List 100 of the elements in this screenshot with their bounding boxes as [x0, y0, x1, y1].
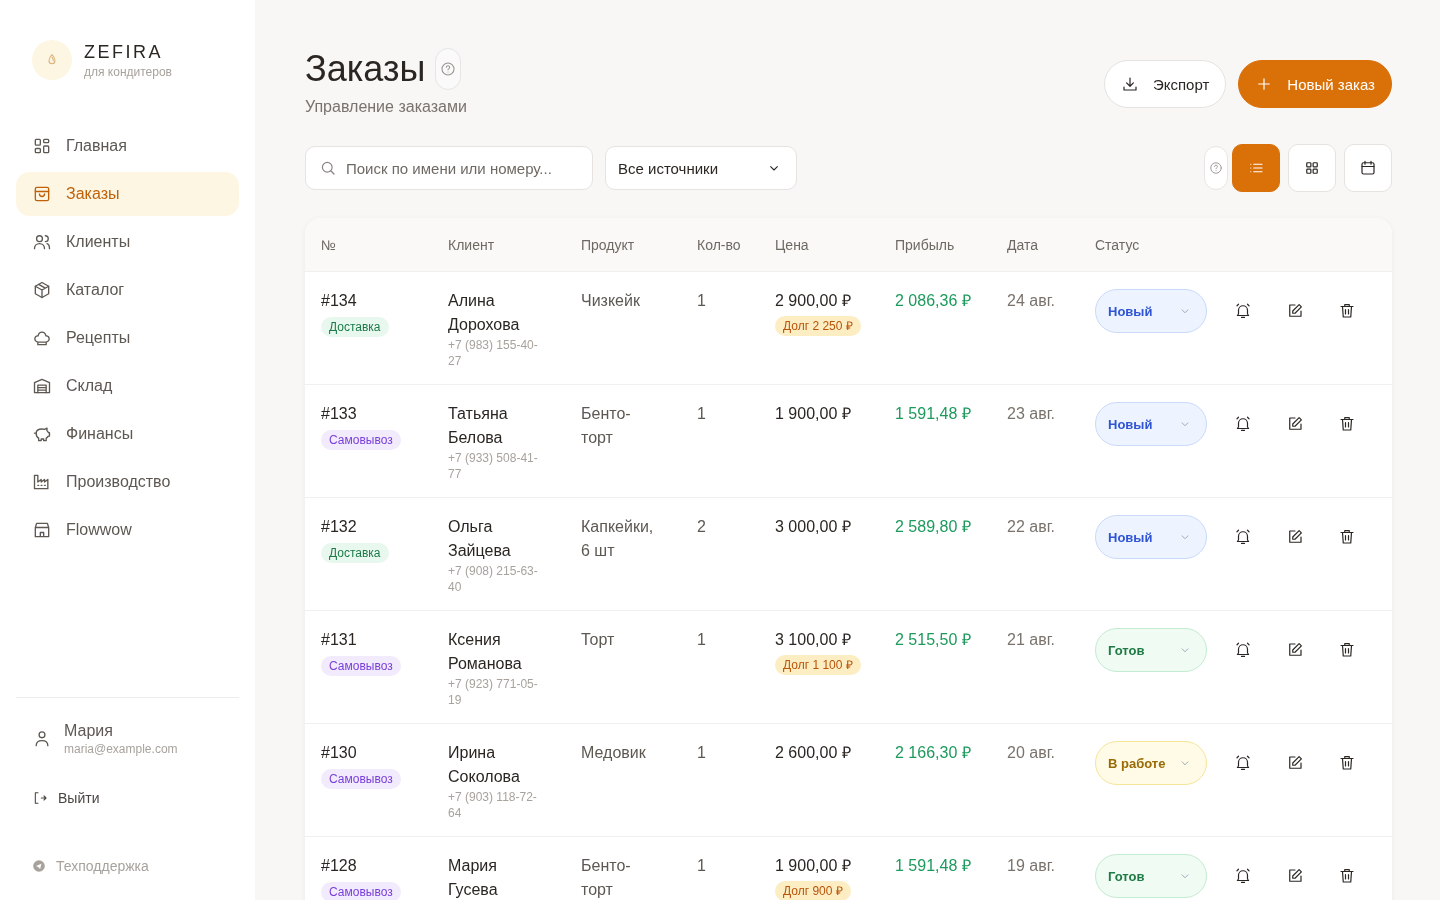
status-dropdown[interactable]: Новый	[1095, 402, 1207, 446]
storefront-icon	[32, 520, 52, 540]
grid-icon	[1303, 159, 1321, 177]
delivery-tag: Самовывоз	[321, 769, 401, 789]
box-icon	[32, 280, 52, 300]
price: 3 000,00 ₽	[775, 517, 852, 537]
order-number: #130	[321, 743, 358, 763]
product-name: Капкейки, 6 шт	[581, 517, 655, 561]
view-toggle[interactable]	[1232, 144, 1280, 192]
price: 1 900,00 ₽	[775, 404, 852, 424]
quantity: 2	[697, 518, 706, 535]
bell-icon	[1234, 415, 1252, 433]
users-icon	[32, 232, 52, 252]
trash-icon	[1338, 528, 1356, 546]
bell-icon	[1234, 641, 1252, 659]
column-header: Статус	[1095, 236, 1141, 253]
client-phone: +7 (903) 118-72-64	[448, 789, 538, 821]
order-date: 24 авг.	[1007, 292, 1055, 309]
bell-icon	[1234, 302, 1252, 320]
status-dropdown[interactable]: Новый	[1095, 515, 1207, 559]
bell-icon	[1234, 528, 1252, 546]
brand-tagline: для кондитеров	[84, 65, 172, 79]
warehouse-icon	[32, 376, 52, 396]
factory-icon	[32, 472, 52, 492]
page-subtitle: Управление заказами	[305, 98, 467, 116]
delivery-tag: Доставка	[321, 317, 389, 337]
debt-badge: Долг 1 100 ₽	[775, 655, 861, 675]
debt-badge: Долг 2 250 ₽	[775, 316, 861, 336]
help-icon	[440, 61, 457, 77]
source-dropdown[interactable]: Все источники	[605, 146, 797, 190]
profit: 2 086,36 ₽	[895, 292, 971, 309]
column-header: Клиент	[448, 236, 496, 253]
status-dropdown[interactable]: Готов	[1095, 628, 1207, 672]
paper-plane-icon	[32, 859, 46, 873]
delivery-tag: Доставка	[321, 543, 389, 563]
column-header: Кол-во	[697, 236, 742, 253]
trash-icon	[1338, 302, 1356, 320]
sidebar-item[interactable]: Flowwow	[16, 508, 239, 552]
status-dropdown[interactable]: В работе	[1095, 741, 1207, 785]
product-name: Чизкейк	[581, 291, 641, 311]
page-title: Заказы	[305, 47, 426, 91]
client-name: Мария Гусева	[448, 856, 499, 900]
trash-icon	[1338, 415, 1356, 433]
search-icon	[319, 159, 337, 177]
logout-link[interactable]: Выйти	[16, 786, 239, 810]
sidebar-item[interactable]: Клиенты	[16, 220, 239, 264]
order-number: #132	[321, 517, 358, 537]
sidebar-item[interactable]: Финансы	[16, 412, 239, 456]
trash-icon	[1338, 641, 1356, 659]
order-date: 21 авг.	[1007, 631, 1055, 648]
shopping-bag-icon	[32, 184, 52, 204]
client-phone: +7 (933) 508-41-77	[448, 450, 539, 482]
status-dropdown[interactable]: Новый	[1095, 289, 1207, 333]
product-name: Медовик	[581, 743, 647, 763]
price: 1 900,00 ₽	[775, 856, 852, 876]
debt-badge: Долг 900 ₽	[775, 881, 851, 900]
sidebar-item[interactable]: Главная	[16, 124, 239, 168]
user-name: Мария	[64, 722, 114, 740]
order-number: #128	[321, 856, 358, 876]
delivery-tag: Самовывоз	[321, 430, 401, 450]
price: 3 100,00 ₽	[775, 630, 852, 650]
column-header: Продукт	[581, 236, 636, 253]
sidebar-item[interactable]: Склад	[16, 364, 239, 408]
order-date: 20 авг.	[1007, 744, 1055, 761]
sidebar-item[interactable]: Производство	[16, 460, 239, 504]
sidebar-item[interactable]: Каталог	[16, 268, 239, 312]
product-name: Торт	[581, 630, 616, 650]
order-date: 23 авг.	[1007, 405, 1055, 422]
quantity: 1	[697, 292, 706, 309]
export-button[interactable]: Экспорт	[1104, 60, 1227, 108]
profit: 2 166,30 ₽	[895, 744, 971, 761]
logout-icon	[32, 790, 48, 806]
search-field[interactable]: Поиск по имени или номеру...	[305, 146, 593, 190]
help-icon	[1209, 161, 1223, 175]
column-header: Цена	[775, 236, 810, 253]
order-date: 22 авг.	[1007, 518, 1055, 535]
client-name: Ирина Соколова	[448, 743, 521, 787]
edit-icon	[1286, 528, 1304, 546]
edit-icon	[1286, 641, 1304, 659]
grid-icon	[32, 136, 52, 156]
price: 2 900,00 ₽	[775, 291, 852, 311]
quantity: 1	[697, 631, 706, 648]
sidebar-item[interactable]: Рецепты	[16, 316, 239, 360]
trash-icon	[1338, 754, 1356, 772]
order-date: 19 авг.	[1007, 857, 1055, 874]
bell-icon	[1234, 754, 1252, 772]
delivery-tag: Самовывоз	[321, 882, 401, 900]
edit-icon	[1286, 302, 1304, 320]
order-number: #134	[321, 291, 358, 311]
column-header: №	[321, 236, 338, 253]
order-number: #133	[321, 404, 358, 424]
column-header: Прибыль	[895, 236, 956, 253]
user-email: maria@example.com	[64, 742, 178, 756]
sidebar-item[interactable]: Заказы	[16, 172, 239, 216]
client-name: Ксения Романова	[448, 630, 523, 674]
client-name: Алина Дорохова	[448, 291, 521, 335]
bell-icon	[1234, 867, 1252, 885]
brand-name: ZEFIRA	[84, 41, 164, 63]
status-dropdown[interactable]: Готов	[1095, 854, 1207, 898]
trash-icon	[1338, 867, 1356, 885]
